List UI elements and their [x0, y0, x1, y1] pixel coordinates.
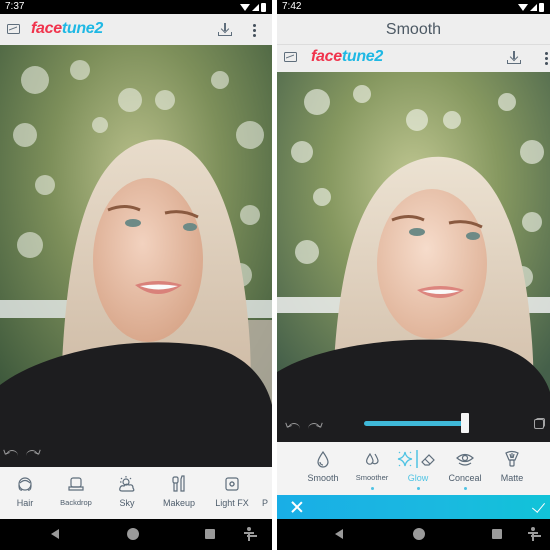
tool-light-fx[interactable]: Light FX: [206, 467, 258, 519]
nav-recents-icon[interactable]: [492, 529, 502, 539]
signal-icon: [252, 3, 259, 11]
app-toolbar: facetune2: [277, 45, 550, 72]
hair-icon: [15, 475, 35, 493]
more-options-icon[interactable]: [544, 52, 548, 65]
double-drop-icon: [362, 450, 382, 468]
download-icon[interactable]: [507, 51, 521, 64]
app-toolbar: facetune2: [0, 14, 272, 45]
battery-icon: [539, 2, 544, 12]
accessibility-icon[interactable]: [244, 527, 254, 541]
status-icons: [240, 2, 266, 12]
gallery-icon[interactable]: [284, 52, 297, 62]
status-bar: 7:37: [0, 0, 272, 14]
battery-icon: [261, 2, 266, 12]
screen-title: Smooth: [277, 14, 550, 45]
tool-smoother[interactable]: Smoother: [349, 442, 395, 495]
tool-backdrop[interactable]: Backdrop: [50, 467, 102, 519]
phone-screen-right: 7:42 Smooth facetune2 Smooth Smoother Gl…: [277, 0, 550, 550]
portrait-photo: [0, 45, 272, 467]
facetune-logo: facetune2: [31, 20, 104, 37]
tool-sky[interactable]: Sky: [102, 467, 152, 519]
phone-screen-left: 7:37 facetune2 Hair Backdrop Sky Makeup …: [0, 0, 272, 550]
partial-tool-icon: [258, 475, 272, 493]
cancel-icon[interactable]: [291, 501, 303, 513]
nav-back-icon[interactable]: [335, 529, 343, 539]
tools-bar: Hair Backdrop Sky Makeup Light FX P: [0, 467, 272, 519]
tool-indicator-dot: [370, 487, 374, 490]
status-time: 7:42: [282, 1, 302, 12]
tool-glow[interactable]: Glow: [395, 442, 441, 495]
tool-hair[interactable]: Hair: [0, 467, 50, 519]
backdrop-icon: [66, 475, 86, 493]
redo-icon[interactable]: [26, 450, 38, 457]
portrait-photo: [277, 72, 550, 442]
undo-redo-group: [6, 450, 38, 457]
light-fx-icon: [222, 475, 242, 493]
drop-icon: [313, 450, 333, 468]
wifi-icon: [240, 3, 250, 11]
tool-conceal[interactable]: Conceal: [441, 442, 489, 495]
tool-makeup[interactable]: Makeup: [152, 467, 206, 519]
wifi-icon: [518, 3, 528, 11]
accessibility-icon[interactable]: [528, 527, 538, 541]
tool-matte[interactable]: Matte: [489, 442, 535, 495]
action-bar: [277, 495, 550, 519]
status-icons: [518, 2, 544, 12]
undo-icon[interactable]: [288, 423, 300, 430]
smooth-tools-bar: Smooth Smoother Glow Conceal Matte: [277, 442, 550, 495]
tool-smooth[interactable]: Smooth: [297, 442, 349, 495]
compare-icon[interactable]: [534, 418, 545, 429]
status-bar: 7:42: [277, 0, 550, 14]
makeup-icon: [169, 475, 189, 493]
gallery-icon[interactable]: [7, 24, 20, 34]
sparkle-icon: [396, 450, 440, 468]
photo-canvas[interactable]: [0, 45, 272, 467]
tool-partial[interactable]: P: [258, 467, 272, 519]
nav-recents-icon[interactable]: [205, 529, 215, 539]
undo-icon[interactable]: [6, 450, 18, 457]
intensity-slider-track[interactable]: [364, 421, 469, 426]
more-options-icon[interactable]: [252, 24, 256, 37]
tool-indicator-dot: [416, 487, 420, 490]
matte-brush-icon: [502, 450, 522, 468]
signal-icon: [530, 3, 537, 11]
tool-indicator-dot: [463, 487, 467, 490]
facetune-logo: facetune2: [311, 48, 384, 65]
intensity-slider-handle[interactable]: [460, 413, 469, 433]
apply-check-icon[interactable]: [531, 499, 546, 513]
system-nav-bar: [0, 519, 272, 550]
nav-home-icon[interactable]: [127, 528, 139, 540]
status-time: 7:37: [5, 1, 25, 12]
sky-icon: [117, 475, 137, 493]
download-icon[interactable]: [218, 23, 232, 36]
redo-icon[interactable]: [308, 423, 320, 430]
undo-redo-group: [288, 423, 320, 430]
system-nav-bar: [277, 519, 550, 550]
nav-home-icon[interactable]: [413, 528, 425, 540]
photo-canvas[interactable]: [277, 72, 550, 442]
nav-back-icon[interactable]: [51, 529, 59, 539]
eye-icon: [455, 450, 475, 468]
